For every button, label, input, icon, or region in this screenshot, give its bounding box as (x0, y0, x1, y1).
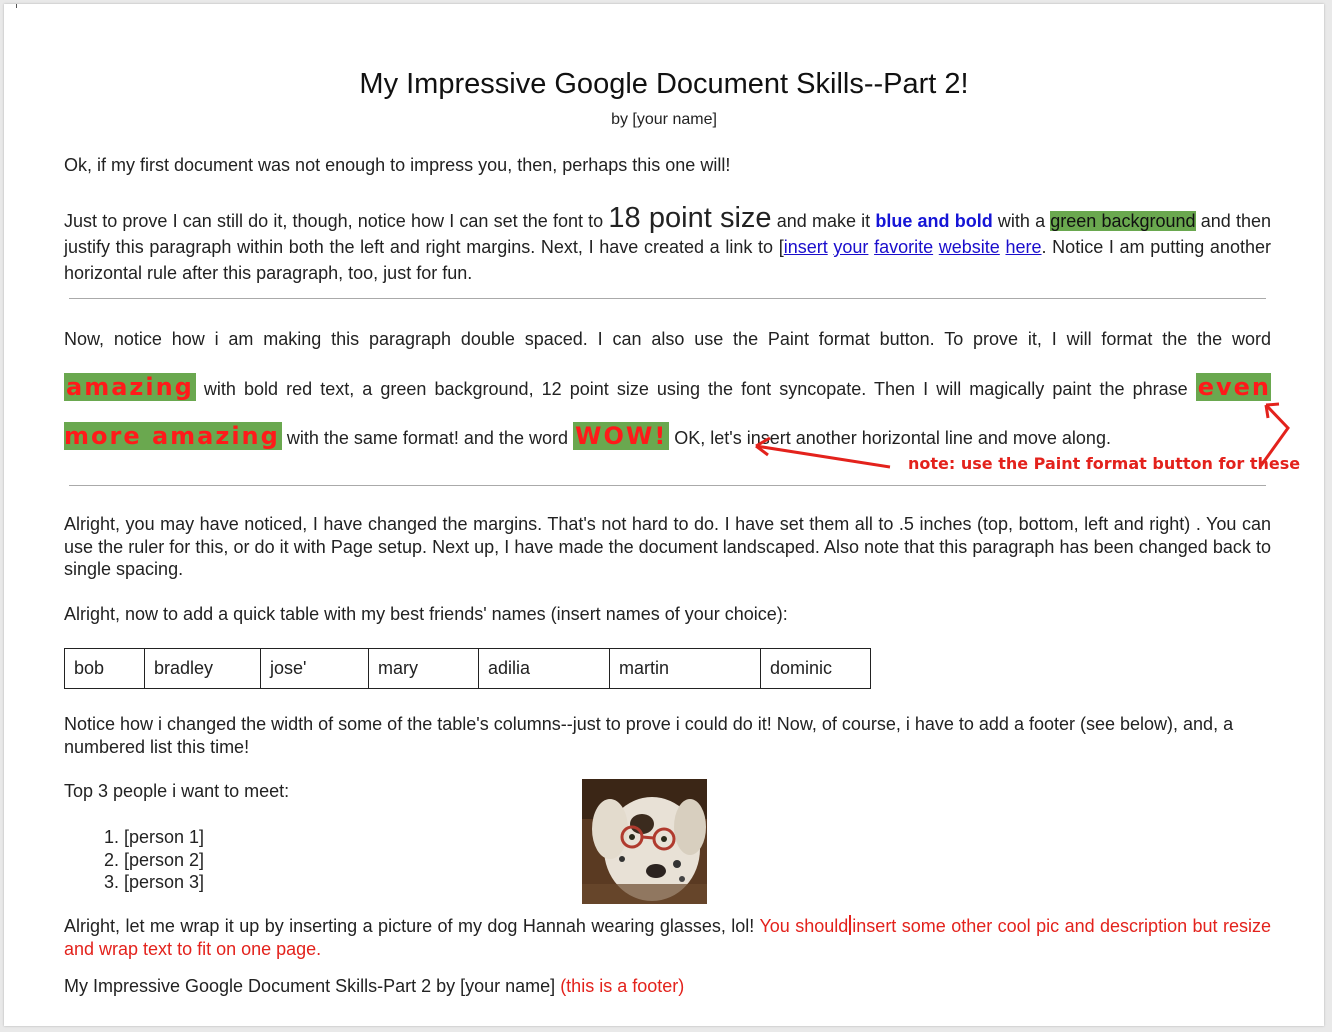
horizontal-rule (69, 485, 1266, 486)
table-row: bob bradley jose' mary adilia martin dom… (64, 648, 871, 689)
friends-table: bob bradley jose' mary adilia martin dom… (64, 648, 871, 689)
closing-paragraph: Alright, let me wrap it up by inserting … (64, 915, 1271, 960)
list-item: [person 2] (124, 849, 204, 872)
table-cell: bradley (144, 648, 261, 689)
table-cell: adilia (478, 648, 610, 689)
table-cell: martin (609, 648, 761, 689)
paint-format-note: note: use the Paint format button for th… (908, 454, 1301, 473)
margins-paragraph: Alright, you may have noticed, I have ch… (64, 514, 1271, 579)
table-cell: mary (368, 648, 479, 689)
text-run: Alright, let me wrap it up by inserting … (64, 916, 760, 936)
list-item: [person 1] (124, 826, 204, 849)
list-item: [person 3] (124, 871, 204, 894)
annotation-arrows-icon (755, 402, 1290, 469)
columns-paragraph: Notice how i changed the width of some o… (64, 714, 1234, 757)
table-intro-paragraph: Alright, now to add a quick table with m… (64, 604, 788, 624)
footer-text: My Impressive Google Document Skills-Par… (64, 976, 561, 996)
table-cell: dominic (760, 648, 871, 689)
table-cell: jose' (260, 648, 369, 689)
table-cell: bob (64, 648, 145, 689)
people-list: [person 1] [person 2] [person 3] (64, 826, 204, 894)
red-instruction: You should (759, 916, 849, 936)
dog-photo (582, 779, 707, 904)
document-page: My Impressive Google Document Skills--Pa… (4, 4, 1324, 1026)
footer-note: (this is a footer) (560, 976, 685, 996)
text-cursor (849, 915, 852, 935)
footer: My Impressive Google Document Skills-Par… (64, 975, 1271, 998)
